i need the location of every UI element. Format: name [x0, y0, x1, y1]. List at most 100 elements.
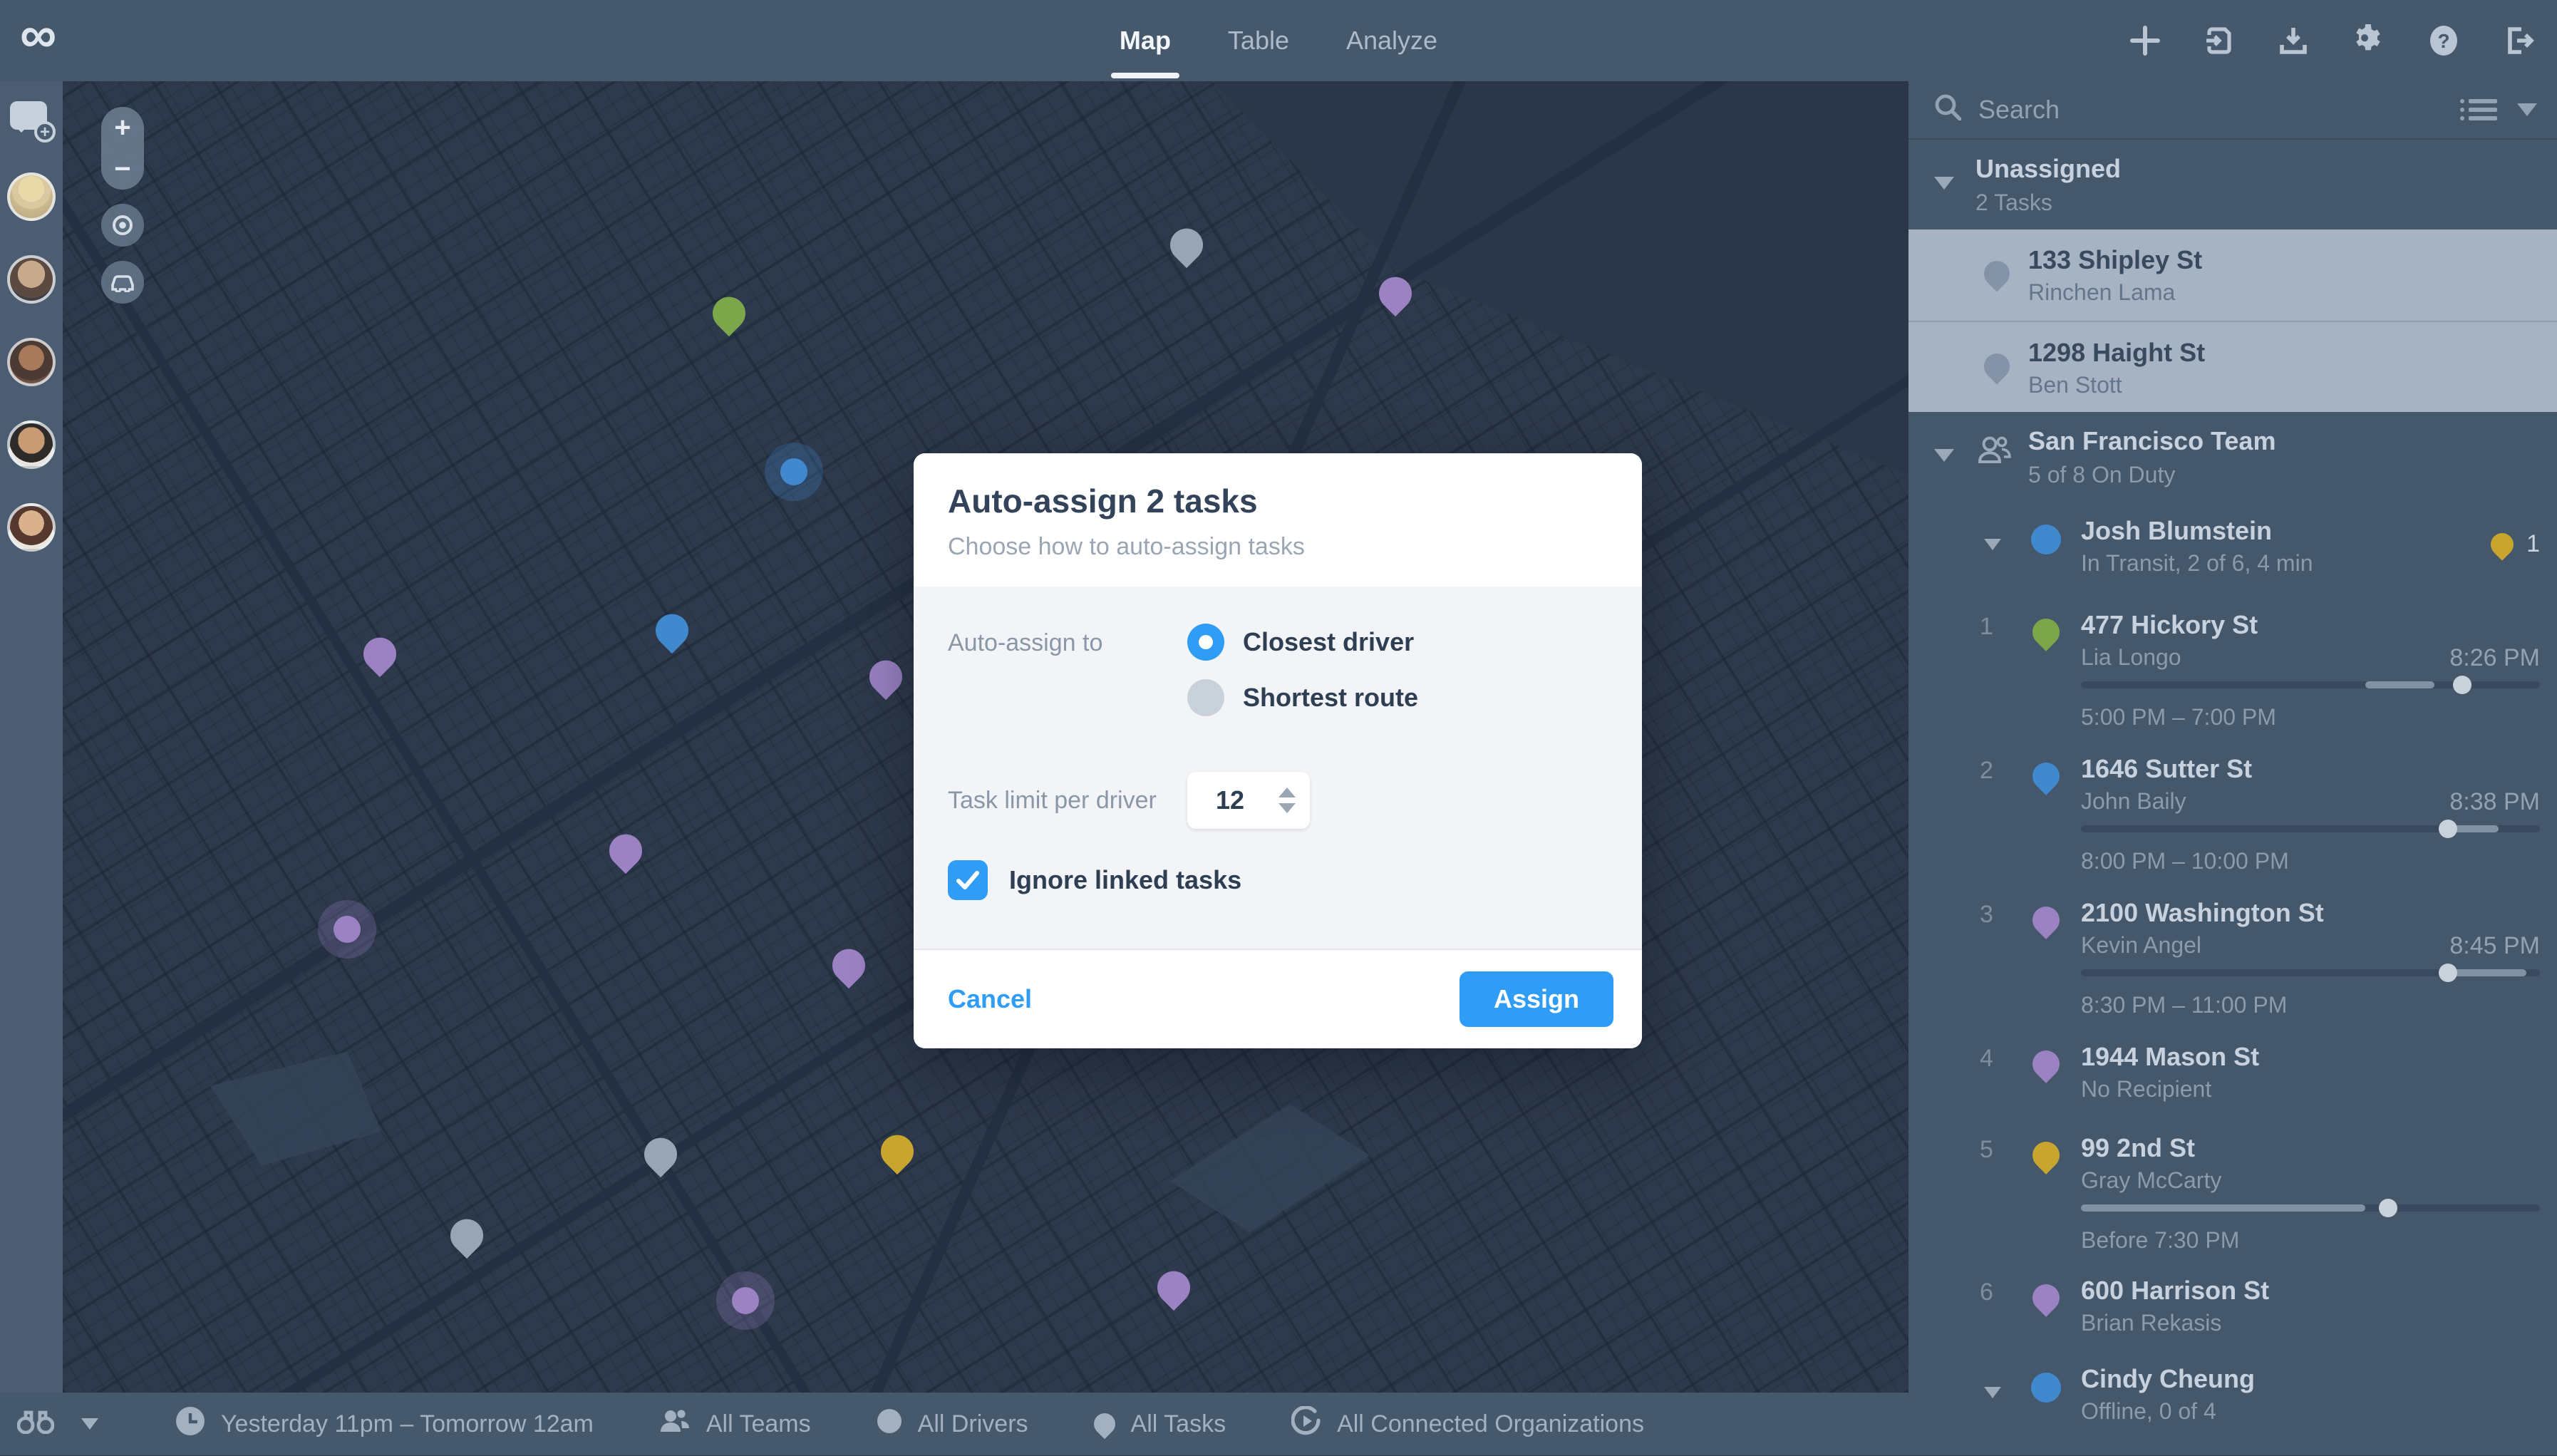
task-pin-icon — [2027, 901, 2065, 939]
driver-row-josh-blumstein[interactable]: Josh Blumstein In Transit, 2 of 6, 4 min… — [1908, 502, 2557, 593]
left-driver-rail: + — [0, 81, 63, 1393]
new-chat-icon[interactable]: + — [10, 101, 56, 143]
task-limit-label: Task limit per driver — [948, 786, 1157, 814]
driver-task-row[interactable]: 1 477 Hickory St Lia Longo 8:26 PM 5:00 … — [1908, 593, 2557, 737]
zoom-in-button[interactable]: + — [114, 112, 130, 144]
active-tab-underline — [1110, 73, 1179, 78]
vehicle-button[interactable] — [101, 261, 144, 304]
unassigned-section-header[interactable]: Unassigned 2 Tasks — [1908, 140, 2557, 229]
driver-task-badge: 1 — [2486, 527, 2540, 561]
logout-icon[interactable] — [2503, 25, 2534, 56]
assign-button[interactable]: Assign — [1459, 971, 1613, 1027]
task-limit-stepper[interactable]: 12 — [1187, 772, 1310, 829]
teams-filter[interactable]: All Teams — [659, 1409, 811, 1440]
organizations-icon — [1291, 1405, 1321, 1442]
task-progress-bar — [2081, 964, 2540, 982]
map-gray-task-pin[interactable] — [443, 1212, 490, 1259]
team-icon — [1977, 436, 2011, 469]
view-filter[interactable] — [16, 1408, 98, 1440]
map-yellow-task-pin[interactable] — [874, 1127, 921, 1174]
map-purple-task-pin[interactable] — [862, 653, 909, 700]
task-pin-icon — [1089, 1408, 1120, 1440]
map-purple-task-pin[interactable] — [1150, 1264, 1197, 1311]
map-blue-driver-dot[interactable] — [780, 458, 807, 486]
task-limit-value[interactable]: 12 — [1187, 785, 1273, 815]
time-range-filter[interactable]: Yesterday 11pm – Tomorrow 12am — [175, 1406, 594, 1442]
driver-avatar[interactable] — [7, 420, 56, 469]
map-green-task-pin[interactable] — [706, 290, 753, 337]
task-pin-icon — [1978, 348, 2015, 385]
collapse-triangle-icon[interactable] — [1984, 1387, 2001, 1398]
radio-selected-icon[interactable] — [1187, 624, 1224, 661]
map-purple-driver-dot[interactable] — [732, 1287, 760, 1315]
cancel-button[interactable]: Cancel — [942, 984, 1032, 1014]
sidebar-caret-down-icon[interactable] — [2517, 103, 2537, 116]
map-purple-task-pin[interactable] — [356, 631, 403, 678]
task-pin-icon — [1978, 255, 2015, 292]
driver-avatar[interactable] — [7, 503, 56, 552]
sidebar-search-row: Search — [1908, 81, 2557, 140]
team-section-header[interactable]: San Francisco Team 5 of 8 On Duty — [1908, 412, 2557, 502]
organizations-filter[interactable]: All Connected Organizations — [1291, 1405, 1644, 1442]
svg-text:?: ? — [2437, 30, 2449, 52]
top-navbar: ∞ Map Table Analyze ? — [0, 0, 2557, 81]
driver-task-row[interactable]: 6 600 Harrison St Brian Rekasis — [1908, 1259, 2557, 1350]
driver-location-dot — [2031, 525, 2061, 554]
unassigned-task-row[interactable]: 1298 Haight St Ben Stott — [1908, 321, 2557, 412]
settings-gear-icon[interactable] — [2352, 24, 2385, 57]
modal-footer: Cancel Assign — [914, 949, 1642, 1048]
onfleet-logo-icon: ∞ — [20, 6, 57, 63]
modal-header: Auto-assign 2 tasks Choose how to auto-a… — [914, 453, 1642, 587]
collapse-triangle-icon[interactable] — [1934, 177, 1954, 190]
driver-task-row[interactable]: 3 2100 Washington St Kevin Angel 8:45 PM… — [1908, 881, 2557, 1025]
collapse-triangle-icon[interactable] — [1984, 539, 2001, 550]
binoculars-icon — [16, 1408, 55, 1440]
zoom-out-button[interactable]: − — [114, 153, 130, 185]
map-blue-task-pin[interactable] — [649, 607, 696, 654]
list-view-icon[interactable] — [2460, 99, 2497, 120]
driver-task-row[interactable]: 5 99 2nd St Gray McCarty Before 7:30 PM — [1908, 1116, 2557, 1259]
tab-analyze[interactable]: Analyze — [1346, 0, 1437, 81]
tasks-filter[interactable]: All Tasks — [1089, 1408, 1226, 1440]
checkbox-checked-icon[interactable] — [948, 860, 988, 900]
map-gray-task-pin[interactable] — [1163, 222, 1210, 269]
filter-bottom-bar: Yesterday 11pm – Tomorrow 12am All Teams… — [0, 1393, 1908, 1455]
map-purple-task-pin[interactable] — [825, 941, 872, 988]
import-icon[interactable] — [2204, 25, 2235, 56]
tab-map[interactable]: Map — [1110, 0, 1179, 81]
task-progress-bar — [2081, 1199, 2540, 1217]
locate-button[interactable] — [101, 204, 144, 247]
radio-shortest-route[interactable]: Shortest route — [1187, 679, 1418, 716]
task-pin-icon — [2027, 757, 2065, 795]
stepper-down-icon[interactable] — [1278, 803, 1296, 813]
clock-icon — [175, 1406, 205, 1442]
unassigned-task-row[interactable]: 133 Shipley St Rinchen Lama — [1908, 229, 2557, 321]
stepper-up-icon[interactable] — [1278, 788, 1296, 797]
modal-subtitle: Choose how to auto-assign tasks — [948, 533, 1305, 560]
download-icon[interactable] — [2278, 25, 2309, 56]
radio-closest-driver[interactable]: Closest driver — [1187, 624, 1418, 661]
teams-icon — [659, 1409, 691, 1440]
auto-assign-modal: Auto-assign 2 tasks Choose how to auto-a… — [914, 453, 1642, 1048]
task-pin-icon — [2027, 613, 2065, 651]
nav-tabs: Map Table Analyze — [1110, 0, 1437, 81]
tab-table[interactable]: Table — [1228, 0, 1289, 81]
driver-task-row[interactable]: 2 1646 Sutter St John Baily 8:38 PM 8:00… — [1908, 737, 2557, 881]
drivers-filter[interactable]: All Drivers — [877, 1408, 1028, 1440]
search-input[interactable]: Search — [1978, 95, 2469, 125]
map-purple-task-pin[interactable] — [602, 827, 649, 874]
driver-row-cindy-cheung[interactable]: Cindy Cheung Offline, 0 of 4 — [1908, 1350, 2557, 1441]
map-road — [63, 81, 893, 1393]
ignore-linked-tasks-option[interactable]: Ignore linked tasks — [948, 860, 1608, 900]
driver-avatar[interactable] — [7, 255, 56, 304]
modal-title: Auto-assign 2 tasks — [948, 482, 1258, 520]
map-purple-driver-dot[interactable] — [333, 916, 361, 944]
driver-avatar[interactable] — [7, 172, 56, 221]
add-icon[interactable] — [2129, 25, 2161, 56]
driver-task-row[interactable]: 4 1944 Mason St No Recipient — [1908, 1025, 2557, 1116]
driver-avatar[interactable] — [7, 338, 56, 386]
radio-unselected-icon[interactable] — [1187, 679, 1224, 716]
collapse-triangle-icon[interactable] — [1934, 449, 1954, 462]
help-icon[interactable]: ? — [2427, 24, 2460, 57]
task-progress-bar — [2081, 820, 2540, 838]
